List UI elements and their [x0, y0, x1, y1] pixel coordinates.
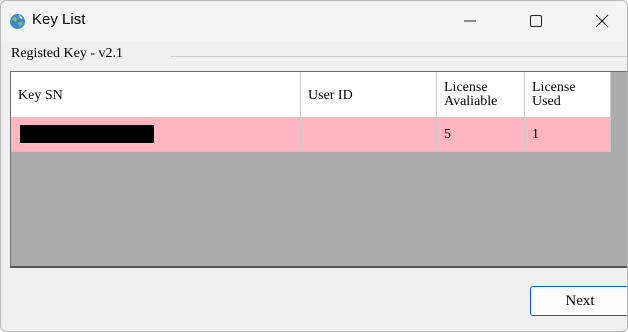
- next-button[interactable]: Next: [530, 286, 627, 316]
- cell-key-sn[interactable]: [11, 118, 301, 152]
- table-header-row: Key SN User ID License Avaliable License…: [11, 72, 611, 118]
- group-box-label: Registed Key - v2.1: [11, 46, 125, 62]
- cell-license-available[interactable]: 5: [437, 118, 525, 152]
- column-header-user-id[interactable]: User ID: [301, 72, 437, 118]
- column-header-label: User ID: [308, 88, 353, 103]
- next-button-label: Next: [565, 292, 595, 309]
- redacted-key-sn: [20, 125, 154, 143]
- minimize-button[interactable]: [447, 1, 493, 41]
- app-globe-icon: [10, 14, 25, 29]
- column-header-key-sn[interactable]: Key SN: [11, 72, 301, 118]
- maximize-icon: [530, 15, 542, 27]
- key-list-window: Key List Registed Key - v2.1 Key SN User…: [0, 0, 628, 332]
- window-title: Key List: [32, 11, 86, 28]
- column-header-label: License Avaliable: [444, 80, 498, 109]
- maximize-button[interactable]: [513, 1, 559, 41]
- minimize-icon: [464, 20, 476, 22]
- column-header-label: Key SN: [18, 88, 63, 103]
- cell-license-used[interactable]: 1: [525, 118, 611, 152]
- key-table[interactable]: Key SN User ID License Avaliable License…: [10, 71, 627, 268]
- title-bar[interactable]: Key List: [1, 1, 627, 41]
- column-header-license-available[interactable]: License Avaliable: [437, 72, 525, 118]
- column-header-label: License Used: [532, 80, 576, 109]
- column-header-license-used[interactable]: License Used: [525, 72, 611, 118]
- close-button[interactable]: [579, 1, 625, 41]
- group-box-divider: [171, 56, 627, 57]
- cell-user-id[interactable]: [301, 118, 437, 152]
- close-icon: [595, 14, 609, 28]
- table-row[interactable]: 5 1: [11, 118, 611, 152]
